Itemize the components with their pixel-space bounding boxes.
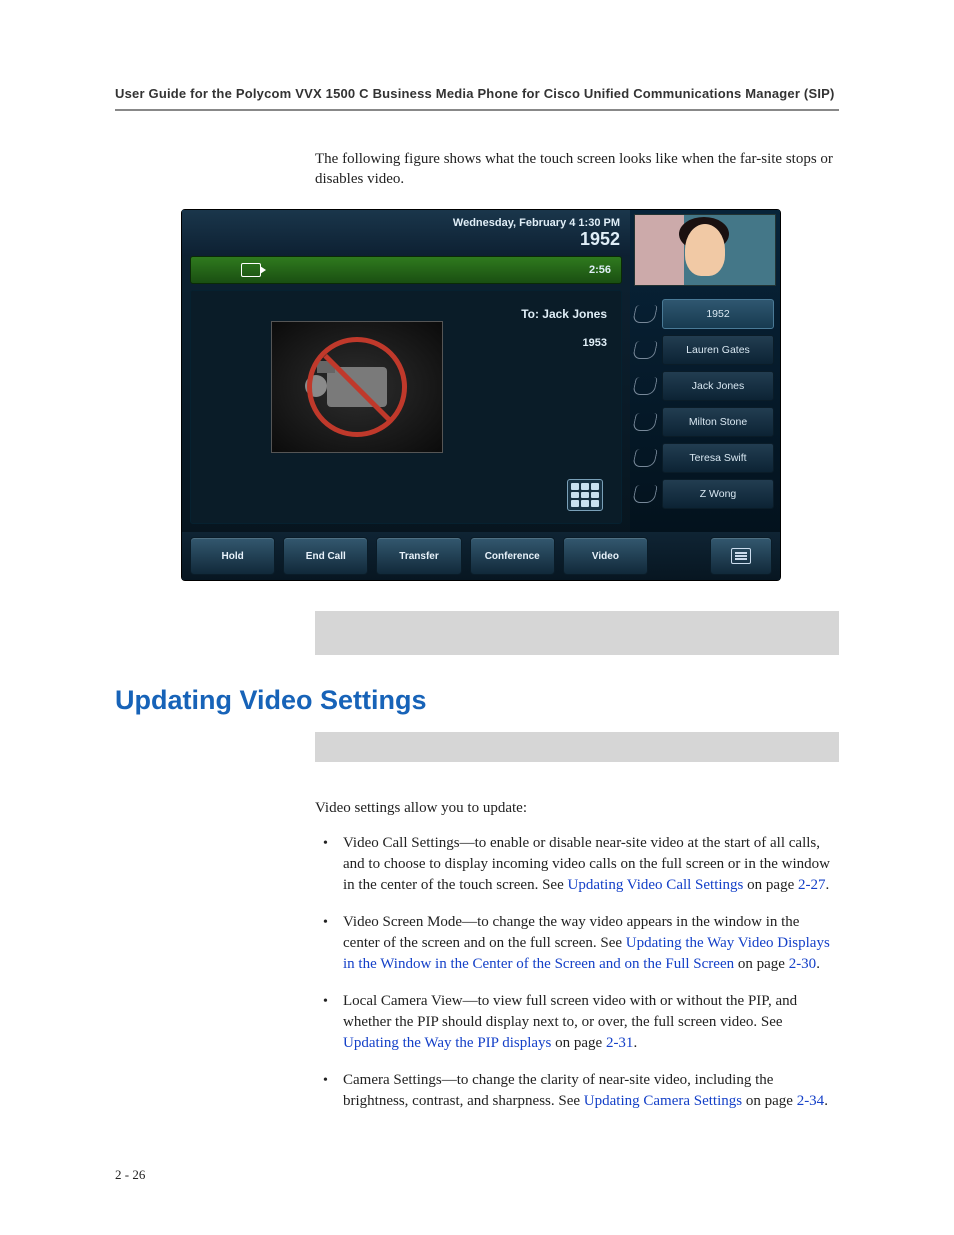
line-key-1952[interactable]: 1952 bbox=[634, 300, 774, 328]
xref-link[interactable]: Updating Camera Settings bbox=[584, 1093, 742, 1109]
handset-icon bbox=[634, 377, 656, 395]
running-header: User Guide for the Polycom VVX 1500 C Bu… bbox=[115, 86, 839, 111]
page-number: 2 - 26 bbox=[115, 1167, 145, 1183]
softkey-hold[interactable]: Hold bbox=[190, 537, 275, 575]
softkey-end-call[interactable]: End Call bbox=[283, 537, 368, 575]
status-extension: 1952 bbox=[580, 229, 620, 250]
handset-icon bbox=[634, 413, 656, 431]
softkey-video[interactable]: Video bbox=[563, 537, 648, 575]
no-video-placeholder bbox=[271, 321, 443, 453]
list-item: Camera Settings—to change the clarity of… bbox=[315, 1070, 839, 1112]
list-item: Local Camera View—to view full screen vi… bbox=[315, 991, 839, 1054]
handset-icon bbox=[634, 485, 656, 503]
softkey-spacer bbox=[656, 538, 702, 574]
touchscreen-figure: Wednesday, February 4 1:30 PM 1952 2:56 … bbox=[181, 209, 781, 581]
speed-dial-label: Teresa Swift bbox=[662, 443, 774, 473]
speed-dial-lauren-gates[interactable]: Lauren Gates bbox=[634, 336, 774, 364]
handset-icon bbox=[634, 449, 656, 467]
page-ref-link[interactable]: 2-30 bbox=[789, 956, 817, 972]
softkey-transfer[interactable]: Transfer bbox=[376, 537, 461, 575]
list-text: . bbox=[825, 877, 829, 893]
speed-dial-milton-stone[interactable]: Milton Stone bbox=[634, 408, 774, 436]
speed-dial-jack-jones[interactable]: Jack Jones bbox=[634, 372, 774, 400]
softkey-applications[interactable] bbox=[710, 537, 772, 575]
list-text: Local Camera View—to view full screen vi… bbox=[343, 993, 797, 1030]
separator-bar bbox=[315, 732, 839, 762]
list-text: on page bbox=[734, 956, 789, 972]
handset-icon bbox=[634, 341, 656, 359]
self-view-pip[interactable] bbox=[634, 214, 776, 286]
section-heading: Updating Video Settings bbox=[115, 685, 839, 716]
line-key-label: 1952 bbox=[662, 299, 774, 329]
xref-link[interactable]: Updating the Way the PIP displays bbox=[343, 1035, 551, 1051]
speed-dial-label: Jack Jones bbox=[662, 371, 774, 401]
speed-dial-label: Z Wong bbox=[662, 479, 774, 509]
applications-icon bbox=[731, 548, 751, 564]
xref-link[interactable]: Updating Video Call Settings bbox=[568, 877, 744, 893]
list-item: Video Call Settings—to enable or disable… bbox=[315, 833, 839, 896]
call-to-label: To: Jack Jones bbox=[521, 307, 607, 321]
handset-icon bbox=[634, 305, 656, 323]
softkey-conference[interactable]: Conference bbox=[470, 537, 555, 575]
list-text: on page bbox=[742, 1093, 797, 1109]
call-to-number: 1953 bbox=[521, 337, 607, 349]
separator-bar bbox=[315, 611, 839, 655]
list-text: on page bbox=[743, 877, 798, 893]
speed-dial-label: Milton Stone bbox=[662, 407, 774, 437]
list-text: . bbox=[816, 956, 820, 972]
page-ref-link[interactable]: 2-27 bbox=[798, 877, 826, 893]
list-text: . bbox=[824, 1093, 828, 1109]
active-call-bar[interactable]: 2:56 bbox=[190, 256, 622, 284]
figure-intro: The following figure shows what the touc… bbox=[315, 149, 839, 189]
page-ref-link[interactable]: 2-34 bbox=[797, 1093, 825, 1109]
page-ref-link[interactable]: 2-31 bbox=[606, 1035, 634, 1051]
keypad-button[interactable] bbox=[567, 479, 603, 511]
speed-dial-label: Lauren Gates bbox=[662, 335, 774, 365]
video-icon bbox=[241, 263, 261, 277]
section-lead: Video settings allow you to update: bbox=[315, 798, 839, 819]
softkey-bar: Hold End Call Transfer Conference Video bbox=[182, 532, 780, 580]
list-item: Video Screen Mode—to change the way vide… bbox=[315, 912, 839, 975]
status-datetime: Wednesday, February 4 1:30 PM bbox=[453, 217, 620, 229]
video-area: To: Jack Jones 1953 bbox=[190, 290, 622, 524]
camera-disabled-icon bbox=[307, 337, 407, 437]
speed-dial-teresa-swift[interactable]: Teresa Swift bbox=[634, 444, 774, 472]
speed-dial-z-wong[interactable]: Z Wong bbox=[634, 480, 774, 508]
list-text: on page bbox=[551, 1035, 606, 1051]
status-bar: Wednesday, February 4 1:30 PM 1952 bbox=[182, 210, 630, 256]
call-duration: 2:56 bbox=[589, 264, 611, 276]
list-text: . bbox=[633, 1035, 637, 1051]
